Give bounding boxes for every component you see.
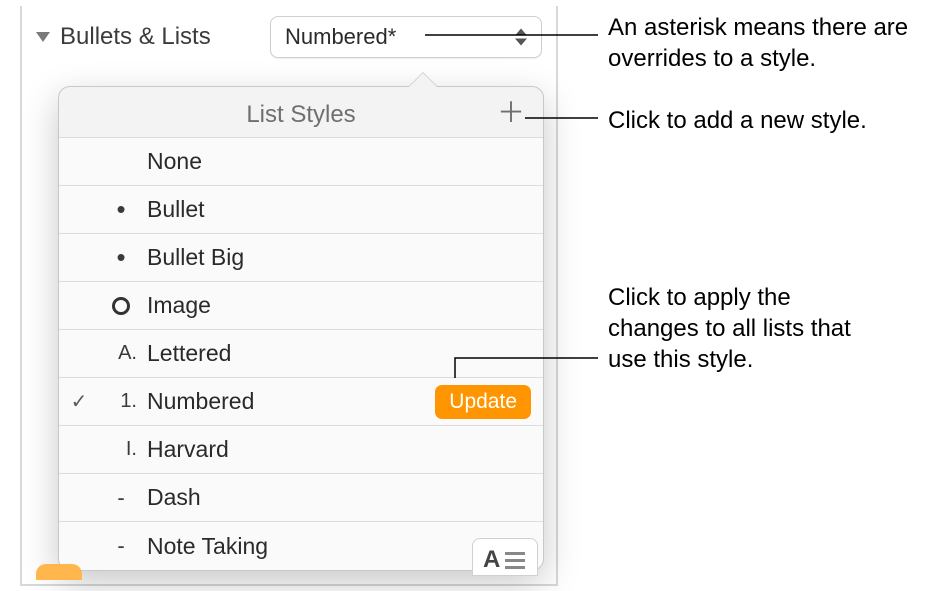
list-item-label: Numbered (143, 388, 435, 415)
dash-marker: - (99, 485, 143, 511)
callout-add: Click to add a new style. (608, 105, 867, 136)
popover-title: List Styles ＋ (59, 87, 543, 138)
letter-marker: A. (99, 342, 143, 365)
chevron-updown-icon (515, 29, 527, 46)
text-style-toolbar: A (472, 538, 538, 576)
list-item[interactable]: - Note Taking (59, 522, 543, 570)
list-item[interactable]: I. Harvard (59, 426, 543, 474)
list-item[interactable]: None (59, 138, 543, 186)
callout-asterisk: An asterisk means there are overrides to… (608, 12, 918, 74)
list-item-label: Image (143, 292, 531, 319)
bullet-icon: • (99, 242, 143, 273)
update-style-button[interactable]: Update (435, 385, 531, 419)
list-item-label: Harvard (143, 436, 531, 463)
format-panel: Bullets & Lists Numbered* List Styles ＋ … (20, 6, 558, 586)
list-item[interactable]: A. Lettered (59, 330, 543, 378)
list-style-popup-button[interactable]: Numbered* (270, 16, 542, 58)
bullets-lists-header: Bullets & Lists Numbered* (22, 6, 556, 66)
image-bullet-icon (99, 297, 143, 315)
popover-title-text: List Styles (246, 101, 355, 128)
number-marker: 1. (99, 390, 143, 413)
list-item-label: Bullet (143, 196, 531, 223)
check-icon: ✓ (59, 389, 99, 414)
section-label: Bullets & Lists (60, 23, 211, 51)
list-item-label: Dash (143, 484, 531, 511)
style-list: None • Bullet • Bullet Big Image A. Let (59, 138, 543, 570)
list-item[interactable]: Image (59, 282, 543, 330)
dash-marker: - (99, 533, 143, 559)
list-item[interactable]: • Bullet Big (59, 234, 543, 282)
list-item[interactable]: ✓ 1. Numbered Update (59, 378, 543, 426)
roman-marker: I. (99, 438, 143, 461)
orange-accent-icon (36, 564, 82, 580)
bullet-icon: • (99, 194, 143, 225)
list-item[interactable]: • Bullet (59, 186, 543, 234)
list-item-label: None (143, 148, 531, 175)
list-item-label: Bullet Big (143, 244, 531, 271)
add-style-button[interactable]: ＋ (495, 97, 527, 129)
callout-update: Click to apply the changes to all lists … (608, 282, 868, 376)
svg-text:A: A (483, 546, 500, 573)
list-item[interactable]: - Dash (59, 474, 543, 522)
list-item-label: Lettered (143, 340, 531, 367)
list-style-value: Numbered* (285, 24, 396, 50)
list-styles-popover: List Styles ＋ None • Bullet • Bullet Big (58, 86, 544, 571)
disclosure-triangle-icon[interactable] (36, 32, 50, 42)
dropcap-icon[interactable]: A (483, 545, 527, 573)
